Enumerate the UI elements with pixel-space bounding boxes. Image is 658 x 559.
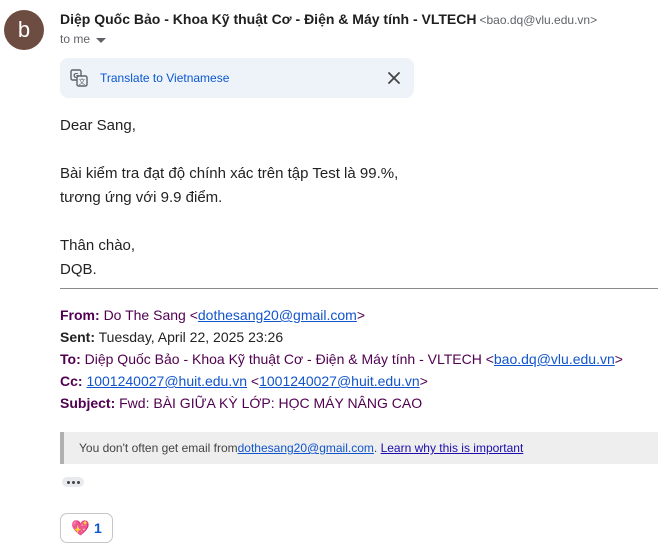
forwarded-sent-row: Sent: Tuesday, April 22, 2025 23:26 [60,326,623,348]
sender-line: Diệp Quốc Bảo - Khoa Kỹ thuật Cơ - Điện … [60,11,597,29]
body-line-1: Bài kiểm tra đạt độ chính xác trên tập T… [60,165,399,182]
close-icon[interactable] [386,70,402,86]
divider [60,288,658,289]
body-line-2: tương ứng với 9.9 điểm. [60,189,223,206]
sender-name[interactable]: Diệp Quốc Bảo - Khoa Kỹ thuật Cơ - Điện … [60,11,476,27]
ellipsis-dot [76,480,80,484]
sent-value: Tuesday, April 22, 2025 23:26 [98,329,284,345]
notice-email-link[interactable]: dothesang20@gmail.com [238,441,374,455]
sent-label: Sent: [60,329,95,345]
to-name: Diệp Quốc Bảo - Khoa Kỹ thuật Cơ - Điện … [84,351,494,367]
sender-email: <bao.dq@vlu.edu.vn> [479,13,598,27]
recipient-details-toggle[interactable]: to me [60,32,107,46]
reaction-count: 1 [93,520,102,536]
cc-email-link-1[interactable]: 1001240027@huit.edu.vn [86,373,247,389]
subject-value: Fwd: BÀI GIỮA KỲ LỚP: HỌC MÁY NÂNG CAO [119,395,423,411]
external-sender-notice: You don't often get email from dothesang… [60,432,658,464]
learn-why-link[interactable]: Learn why this is important [381,441,524,455]
chevron-down-icon[interactable] [96,37,107,43]
from-label: From: [60,307,100,323]
show-trimmed-content-button[interactable] [62,477,84,487]
greeting: Dear Sang, [60,117,136,134]
forwarded-cc-row: Cc: 1001240027@huit.edu.vn <1001240027@h… [60,370,623,392]
closing: Thân chào, [60,237,136,254]
cc-label: Cc: [60,373,83,389]
message-body: Dear Sang, Bài kiểm tra đạt độ chính xác… [60,114,398,282]
to-email-link[interactable]: bao.dq@vlu.edu.vn [494,351,615,367]
from-name: Do The Sang < [103,307,198,323]
translate-icon: G 文 [70,69,88,87]
from-email-link[interactable]: dothesang20@gmail.com [198,307,357,323]
to-label: To: [60,351,81,367]
forwarded-subject-row: Subject: Fwd: BÀI GIỮA KỲ LỚP: HỌC MÁY N… [60,392,623,414]
cc-end: > [419,373,428,389]
sparkling-heart-icon: 💖 [71,520,90,537]
emoji-reaction-chip[interactable]: 💖 1 [60,513,113,543]
forwarded-to-row: To: Diệp Quốc Bảo - Khoa Kỹ thuật Cơ - Đ… [60,348,623,370]
translate-link[interactable]: Translate to Vietnamese [100,71,229,85]
svg-text:文: 文 [79,77,86,86]
forwarded-from-row: From: Do The Sang <dothesang20@gmail.com… [60,304,623,326]
ellipsis-icon [66,480,70,484]
cc-email-link-2[interactable]: 1001240027@huit.edu.vn [259,373,420,389]
forwarded-header: From: Do The Sang <dothesang20@gmail.com… [60,304,623,414]
translate-bar: G 文 Translate to Vietnamese [60,58,414,98]
to-end: > [614,351,623,367]
notice-prefix: You don't often get email from [79,441,238,455]
signature: DQB. [60,261,97,278]
from-end: > [356,307,366,323]
sender-avatar[interactable]: b [4,10,44,50]
subject-label: Subject: [60,395,116,411]
notice-dot: . [373,441,378,455]
cc-mid: < [247,373,260,389]
ellipsis-dot [71,480,75,484]
to-me-label: to me [60,32,91,46]
